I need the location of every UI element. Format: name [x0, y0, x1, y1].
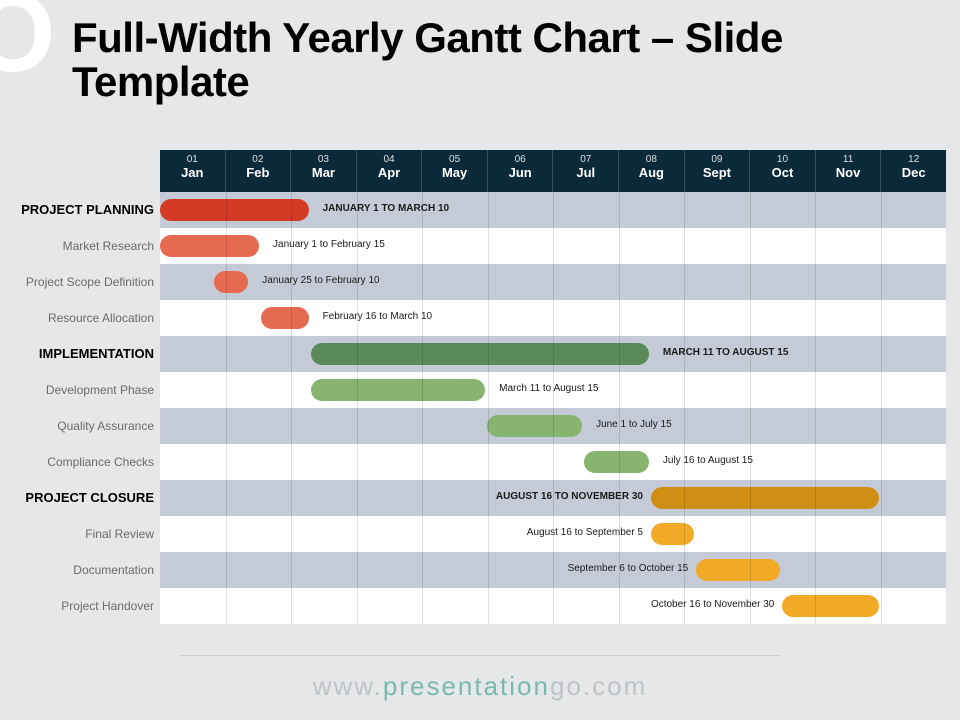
task-row-11: October 16 to November 30 — [160, 588, 946, 624]
task-label-5: Development Phase — [14, 372, 160, 408]
month-header-jul: 07Jul — [553, 150, 619, 192]
task-label-7: Compliance Checks — [14, 444, 160, 480]
month-header-may: 05May — [422, 150, 488, 192]
task-label-11: Project Handover — [14, 588, 160, 624]
bar-date-label-5: March 11 to August 15 — [499, 383, 598, 394]
bar-date-label-3: February 16 to March 10 — [323, 311, 433, 322]
gantt-bar-1 — [160, 235, 259, 257]
task-label-9: Final Review — [14, 516, 160, 552]
month-header-feb: 02Feb — [226, 150, 292, 192]
task-label-2: Project Scope Definition — [14, 264, 160, 300]
gantt-grid: 01Jan02Feb03Mar04Apr05May06Jun07Jul08Aug… — [160, 150, 946, 624]
task-label-6: Quality Assurance — [14, 408, 160, 444]
gantt-bar-5 — [311, 379, 485, 401]
task-row-0: JANUARY 1 TO MARCH 10 — [160, 192, 946, 228]
gantt-bar-9 — [651, 523, 694, 545]
month-header-jan: 01Jan — [160, 150, 226, 192]
footer-tld: .com — [583, 671, 647, 701]
task-row-3: February 16 to March 10 — [160, 300, 946, 336]
slide-title: Full-Width Yearly Gantt Chart – Slide Te… — [72, 16, 932, 104]
task-row-1: January 1 to February 15 — [160, 228, 946, 264]
gantt-rows: JANUARY 1 TO MARCH 10 January 1 to Februa… — [160, 192, 946, 624]
footer-divider — [180, 655, 780, 656]
gantt-bar-8 — [651, 487, 879, 509]
gantt-bar-11 — [782, 595, 879, 617]
month-header-dec: 12Dec — [881, 150, 946, 192]
gantt-bar-4 — [311, 343, 649, 365]
bar-date-label-10: September 6 to October 15 — [568, 563, 689, 574]
footer-brand1: presentation — [383, 671, 550, 701]
month-header-apr: 04Apr — [357, 150, 423, 192]
task-row-9: August 16 to September 5 — [160, 516, 946, 552]
task-row-8: AUGUST 16 TO NOVEMBER 30 — [160, 480, 946, 516]
task-labels: PROJECT PLANNINGMarket ResearchProject S… — [14, 192, 160, 624]
logo-ghost-icon: O — [0, 0, 56, 78]
task-label-1: Market Research — [14, 228, 160, 264]
task-row-4: MARCH 11 TO AUGUST 15 — [160, 336, 946, 372]
month-header-jun: 06Jun — [488, 150, 554, 192]
task-row-2: January 25 to February 10 — [160, 264, 946, 300]
bar-date-label-0: JANUARY 1 TO MARCH 10 — [323, 203, 450, 214]
bar-date-label-4: MARCH 11 TO AUGUST 15 — [663, 347, 789, 358]
task-row-5: March 11 to August 15 — [160, 372, 946, 408]
gantt-bar-6 — [487, 415, 582, 437]
task-label-0: PROJECT PLANNING — [14, 192, 160, 228]
gantt-chart: PROJECT PLANNINGMarket ResearchProject S… — [14, 150, 946, 654]
task-label-8: PROJECT CLOSURE — [14, 480, 160, 516]
gantt-bar-0 — [160, 199, 309, 221]
bar-date-label-2: January 25 to February 10 — [262, 275, 379, 286]
month-header-sept: 09Sept — [685, 150, 751, 192]
timeline-header: 01Jan02Feb03Mar04Apr05May06Jun07Jul08Aug… — [160, 150, 946, 192]
bar-date-label-7: July 16 to August 15 — [663, 455, 753, 466]
bar-date-label-8: AUGUST 16 TO NOVEMBER 30 — [496, 491, 643, 502]
footer-www: www. — [313, 671, 383, 701]
footer-brand2: go — [550, 671, 583, 701]
gantt-bar-10 — [696, 559, 780, 581]
gantt-bar-3 — [261, 307, 308, 329]
bar-date-label-1: January 1 to February 15 — [273, 239, 385, 250]
bar-date-label-6: June 1 to July 15 — [596, 419, 672, 430]
bar-date-label-9: August 16 to September 5 — [527, 527, 643, 538]
task-row-7: July 16 to August 15 — [160, 444, 946, 480]
footer-url: www.presentationgo.com — [0, 671, 960, 702]
task-label-4: IMPLEMENTATION — [14, 336, 160, 372]
task-label-3: Resource Allocation — [14, 300, 160, 336]
month-header-aug: 08Aug — [619, 150, 685, 192]
gantt-bar-7 — [584, 451, 649, 473]
month-header-nov: 11Nov — [816, 150, 882, 192]
gantt-bar-2 — [214, 271, 248, 293]
task-row-6: June 1 to July 15 — [160, 408, 946, 444]
task-row-10: September 6 to October 15 — [160, 552, 946, 588]
task-label-10: Documentation — [14, 552, 160, 588]
month-header-mar: 03Mar — [291, 150, 357, 192]
month-header-oct: 10Oct — [750, 150, 816, 192]
bar-date-label-11: October 16 to November 30 — [651, 599, 774, 610]
